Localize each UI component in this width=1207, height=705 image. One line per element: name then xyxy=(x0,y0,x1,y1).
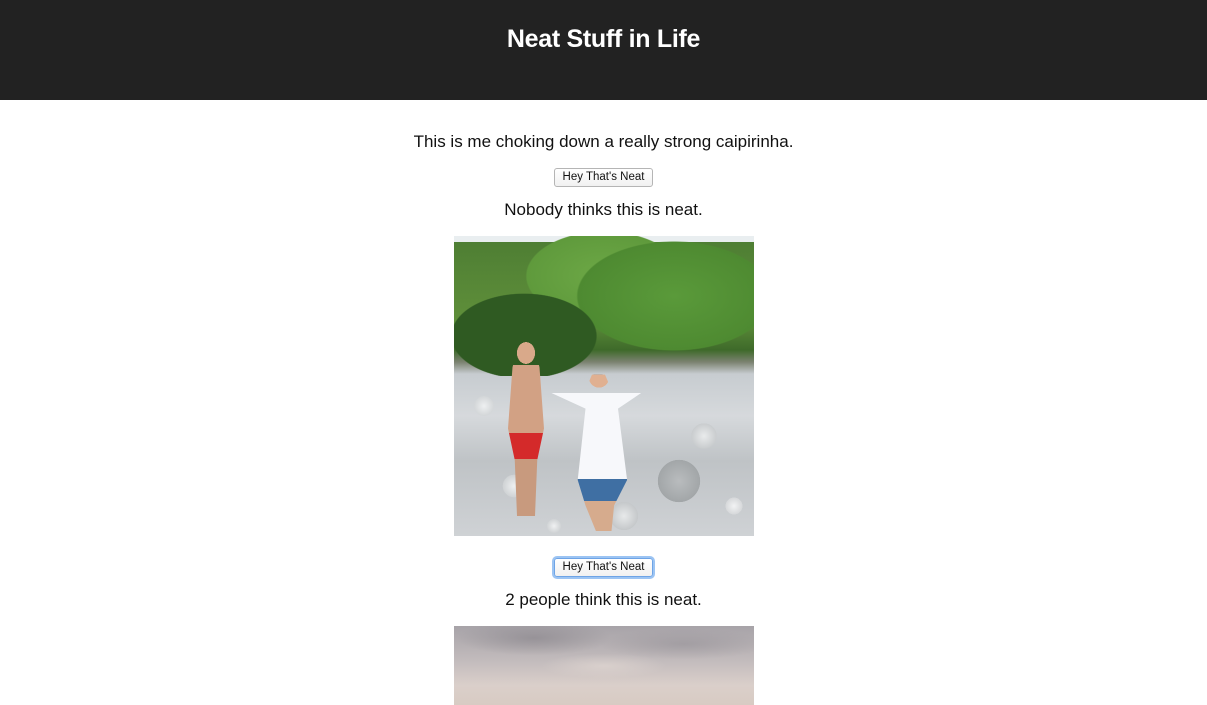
post-caption: This is me choking down a really strong … xyxy=(413,132,794,151)
post-feed: This is me choking down a really strong … xyxy=(0,100,1207,705)
site-header: Neat Stuff in Life xyxy=(0,0,1207,100)
post-photo xyxy=(453,626,754,705)
neat-count: Nobody thinks this is neat. xyxy=(504,200,703,219)
neat-count: 2 people think this is neat. xyxy=(505,590,702,609)
post-photo xyxy=(453,236,754,536)
neat-button[interactable]: Hey That's Neat xyxy=(553,558,654,577)
post-item: This is me choking down a really strong … xyxy=(413,100,794,536)
photo-clouds xyxy=(453,626,754,705)
photo-hillside xyxy=(453,236,754,376)
neat-button[interactable]: Hey That's Neat xyxy=(553,168,654,187)
post-item: Hey That's Neat 2 people think this is n… xyxy=(453,536,754,705)
page-title: Neat Stuff in Life xyxy=(506,25,701,53)
